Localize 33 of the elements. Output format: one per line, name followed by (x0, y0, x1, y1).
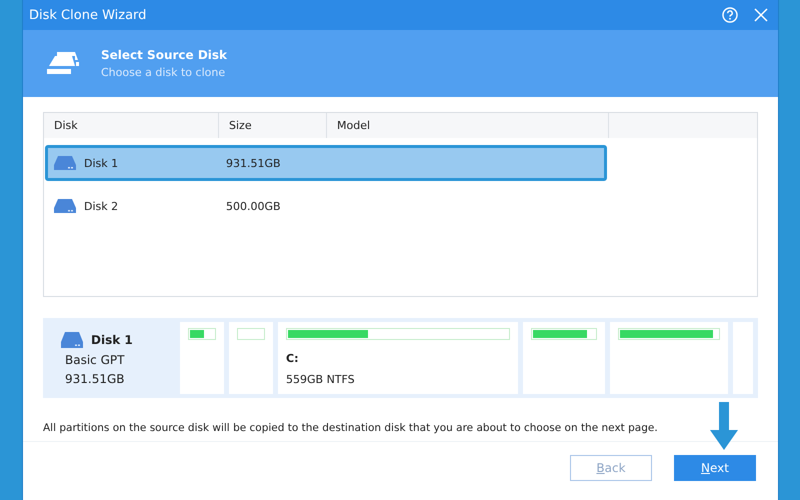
arrow-icon (710, 402, 738, 450)
disk-row[interactable]: Disk 2 500.00GB (45, 188, 607, 224)
disk-name: Disk 1 (84, 156, 118, 170)
partition-block[interactable] (180, 322, 224, 394)
disk-icon (54, 156, 76, 170)
partition-block[interactable] (733, 322, 753, 394)
disk-icon (61, 332, 83, 348)
step-title: Select Source Disk (101, 48, 228, 62)
info-text: All partitions on the source disk will be copied to the destination disk that you are about to choose on the next page. (43, 422, 659, 434)
usage-bar (188, 328, 216, 340)
disk-size: 931.51GB (65, 372, 126, 386)
disk-row[interactable]: Disk 1 931.51GB (45, 145, 607, 181)
disk-name: Disk 1 (91, 333, 133, 347)
step-subtitle: Choose a disk to clone (101, 66, 226, 79)
usage-bar (531, 328, 597, 340)
disk-size: 931.51GB (225, 156, 282, 170)
partition-label: C: (286, 352, 300, 365)
column-header[interactable]: Size (219, 113, 327, 138)
window-title: Disk Clone Wizard (29, 8, 148, 22)
column-header[interactable]: Disk (44, 113, 219, 138)
column-header[interactable]: Model (327, 113, 609, 138)
close-icon[interactable] (754, 8, 768, 22)
disk-name: Disk 2 (84, 200, 118, 212)
disk-icon (54, 199, 76, 213)
partition-block[interactable] (610, 322, 728, 394)
disk-type: Basic GPT (65, 353, 126, 367)
next-button[interactable]: Next (674, 455, 756, 481)
help-icon[interactable] (722, 7, 738, 23)
partition-block[interactable]: C: 559GB NTFS (278, 322, 518, 394)
disk-size: 500.00GB (225, 200, 282, 212)
partition-detail: 559GB NTFS (286, 373, 356, 386)
partition-block[interactable] (523, 322, 605, 394)
partition-block[interactable] (229, 322, 273, 394)
